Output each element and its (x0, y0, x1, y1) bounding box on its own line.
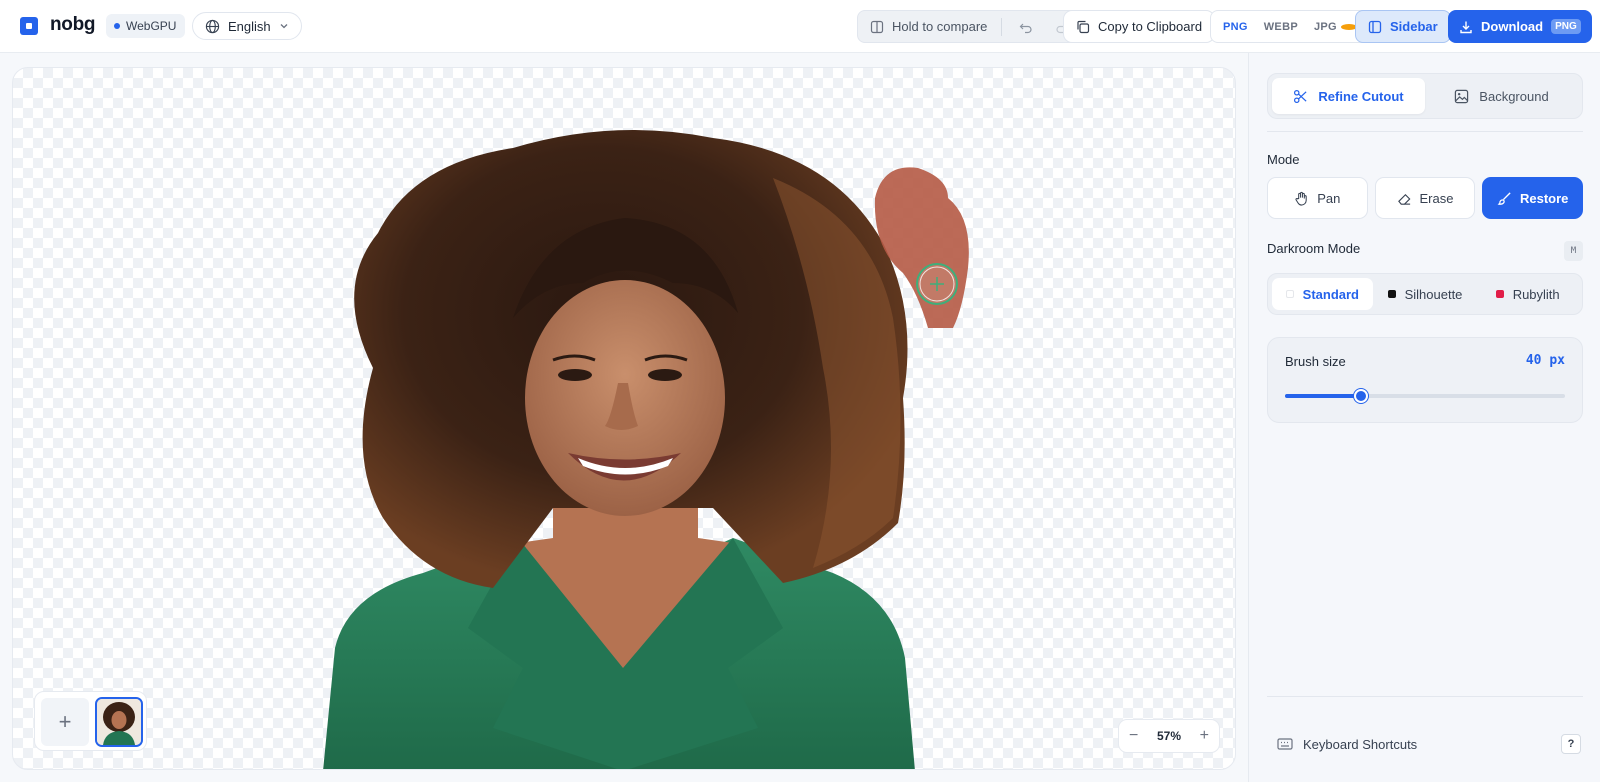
image-thumbnail[interactable] (95, 697, 143, 747)
slider-handle[interactable] (1353, 389, 1368, 403)
chevron-down-icon (280, 24, 288, 29)
undo-button[interactable] (1012, 12, 1040, 42)
tab-background-label: Background (1479, 88, 1549, 104)
tab-refine-cutout[interactable]: Refine Cutout (1272, 78, 1425, 114)
erase-mode-label: Erase (1419, 190, 1454, 206)
zoom-out-button[interactable]: − (1129, 727, 1138, 745)
copy-icon (1077, 20, 1090, 33)
sidebar-icon (1368, 20, 1382, 33)
darkroom-shortcut-key: M (1564, 241, 1583, 261)
compare-icon (870, 20, 884, 33)
add-image-button[interactable]: + (41, 698, 89, 746)
brush-size-value: 40 px (1525, 353, 1565, 368)
tab-background[interactable]: Background (1425, 78, 1578, 114)
download-button[interactable]: Download PNG (1448, 10, 1592, 43)
rubylith-swatch-icon (1495, 290, 1504, 298)
status-dot-icon (114, 23, 120, 29)
app-logo-text: nobg (50, 14, 96, 35)
darkroom-standard[interactable]: Standard (1272, 278, 1373, 310)
format-selector: PNG WEBP JPG (1210, 10, 1370, 43)
zoom-level: 57% (1156, 729, 1182, 743)
download-label: Download (1481, 19, 1544, 34)
brush-size-card: Brush size 40 px (1267, 337, 1583, 423)
brush-size-label: Brush size (1285, 354, 1346, 369)
download-format-badge: PNG (1551, 19, 1581, 34)
divider (1001, 17, 1003, 36)
image-icon (1455, 89, 1469, 103)
logo-icon (20, 17, 38, 35)
silhouette-swatch-icon (1387, 290, 1396, 298)
cutout-image (323, 130, 969, 769)
sidebar-tabs: Refine Cutout Background (1267, 73, 1583, 119)
mode-buttons: Pan Erase Restore (1267, 177, 1584, 219)
divider (1267, 696, 1583, 697)
language-select[interactable]: English (192, 12, 302, 40)
keyboard-shortcuts-row[interactable]: Keyboard Shortcuts ? (1267, 729, 1583, 759)
help-button[interactable]: ? (1561, 734, 1581, 754)
compare-group: Hold to compare (857, 10, 1078, 43)
webgpu-badge: WebGPU (106, 14, 186, 38)
plus-icon: + (58, 709, 72, 734)
erase-mode-button[interactable]: Erase (1374, 177, 1476, 219)
copy-label: Copy to Clipboard (1098, 19, 1203, 34)
restore-mode-label: Restore (1519, 190, 1569, 206)
top-bar: nobg WebGPU English Hold to compare Copy… (0, 0, 1600, 53)
darkroom-silhouette[interactable]: Silhouette (1375, 278, 1476, 310)
darkroom-rubylith[interactable]: Rubylith (1477, 278, 1578, 310)
copy-to-clipboard-button[interactable]: Copy to Clipboard (1063, 10, 1216, 43)
darkroom-mode-label: Darkroom Mode (1267, 241, 1361, 256)
format-jpg-label: JPG (1313, 20, 1337, 33)
tab-refine-cutout-label: Refine Cutout (1318, 88, 1404, 104)
darkroom-standard-label: Standard (1302, 286, 1359, 302)
restore-mode-button[interactable]: Restore (1482, 177, 1584, 219)
darkroom-options: Standard Silhouette Rubylith (1267, 273, 1583, 315)
hand-icon (1295, 191, 1307, 206)
sidebar-toggle-button[interactable]: Sidebar (1355, 10, 1451, 43)
mode-label: Mode (1267, 152, 1300, 167)
brush-icon (1497, 191, 1511, 205)
standard-swatch-icon (1285, 290, 1294, 298)
scissors-icon (1294, 89, 1307, 103)
eraser-icon (1397, 193, 1410, 205)
format-webp[interactable]: WEBP (1256, 21, 1306, 33)
darkroom-rubylith-label: Rubylith (1512, 286, 1560, 302)
image-tray: + (34, 691, 147, 751)
zoom-in-button[interactable]: + (1200, 727, 1209, 745)
pan-mode-button[interactable]: Pan (1267, 177, 1368, 219)
keyboard-shortcuts-label: Keyboard Shortcuts (1303, 736, 1418, 752)
webgpu-label: WebGPU (126, 19, 177, 33)
keyboard-icon (1277, 738, 1293, 750)
sidebar-panel: Refine Cutout Background Mode Pan Erase (1248, 53, 1600, 782)
sidebar-label: Sidebar (1390, 19, 1438, 34)
divider (1267, 131, 1583, 132)
pan-mode-label: Pan (1317, 190, 1341, 206)
hold-to-compare-button[interactable]: Hold to compare (892, 19, 987, 34)
download-icon (1460, 21, 1472, 33)
language-value: English (228, 18, 271, 34)
darkroom-silhouette-label: Silhouette (1404, 286, 1463, 302)
thumbnail-image (97, 699, 141, 745)
undo-icon (1020, 23, 1032, 33)
zoom-control: − 57% + (1118, 719, 1220, 753)
globe-icon (205, 19, 220, 33)
slider-fill (1285, 394, 1361, 398)
brush-size-slider[interactable] (1285, 389, 1565, 403)
editor-canvas[interactable]: + − 57% + (12, 67, 1236, 770)
format-png[interactable]: PNG (1215, 21, 1256, 33)
